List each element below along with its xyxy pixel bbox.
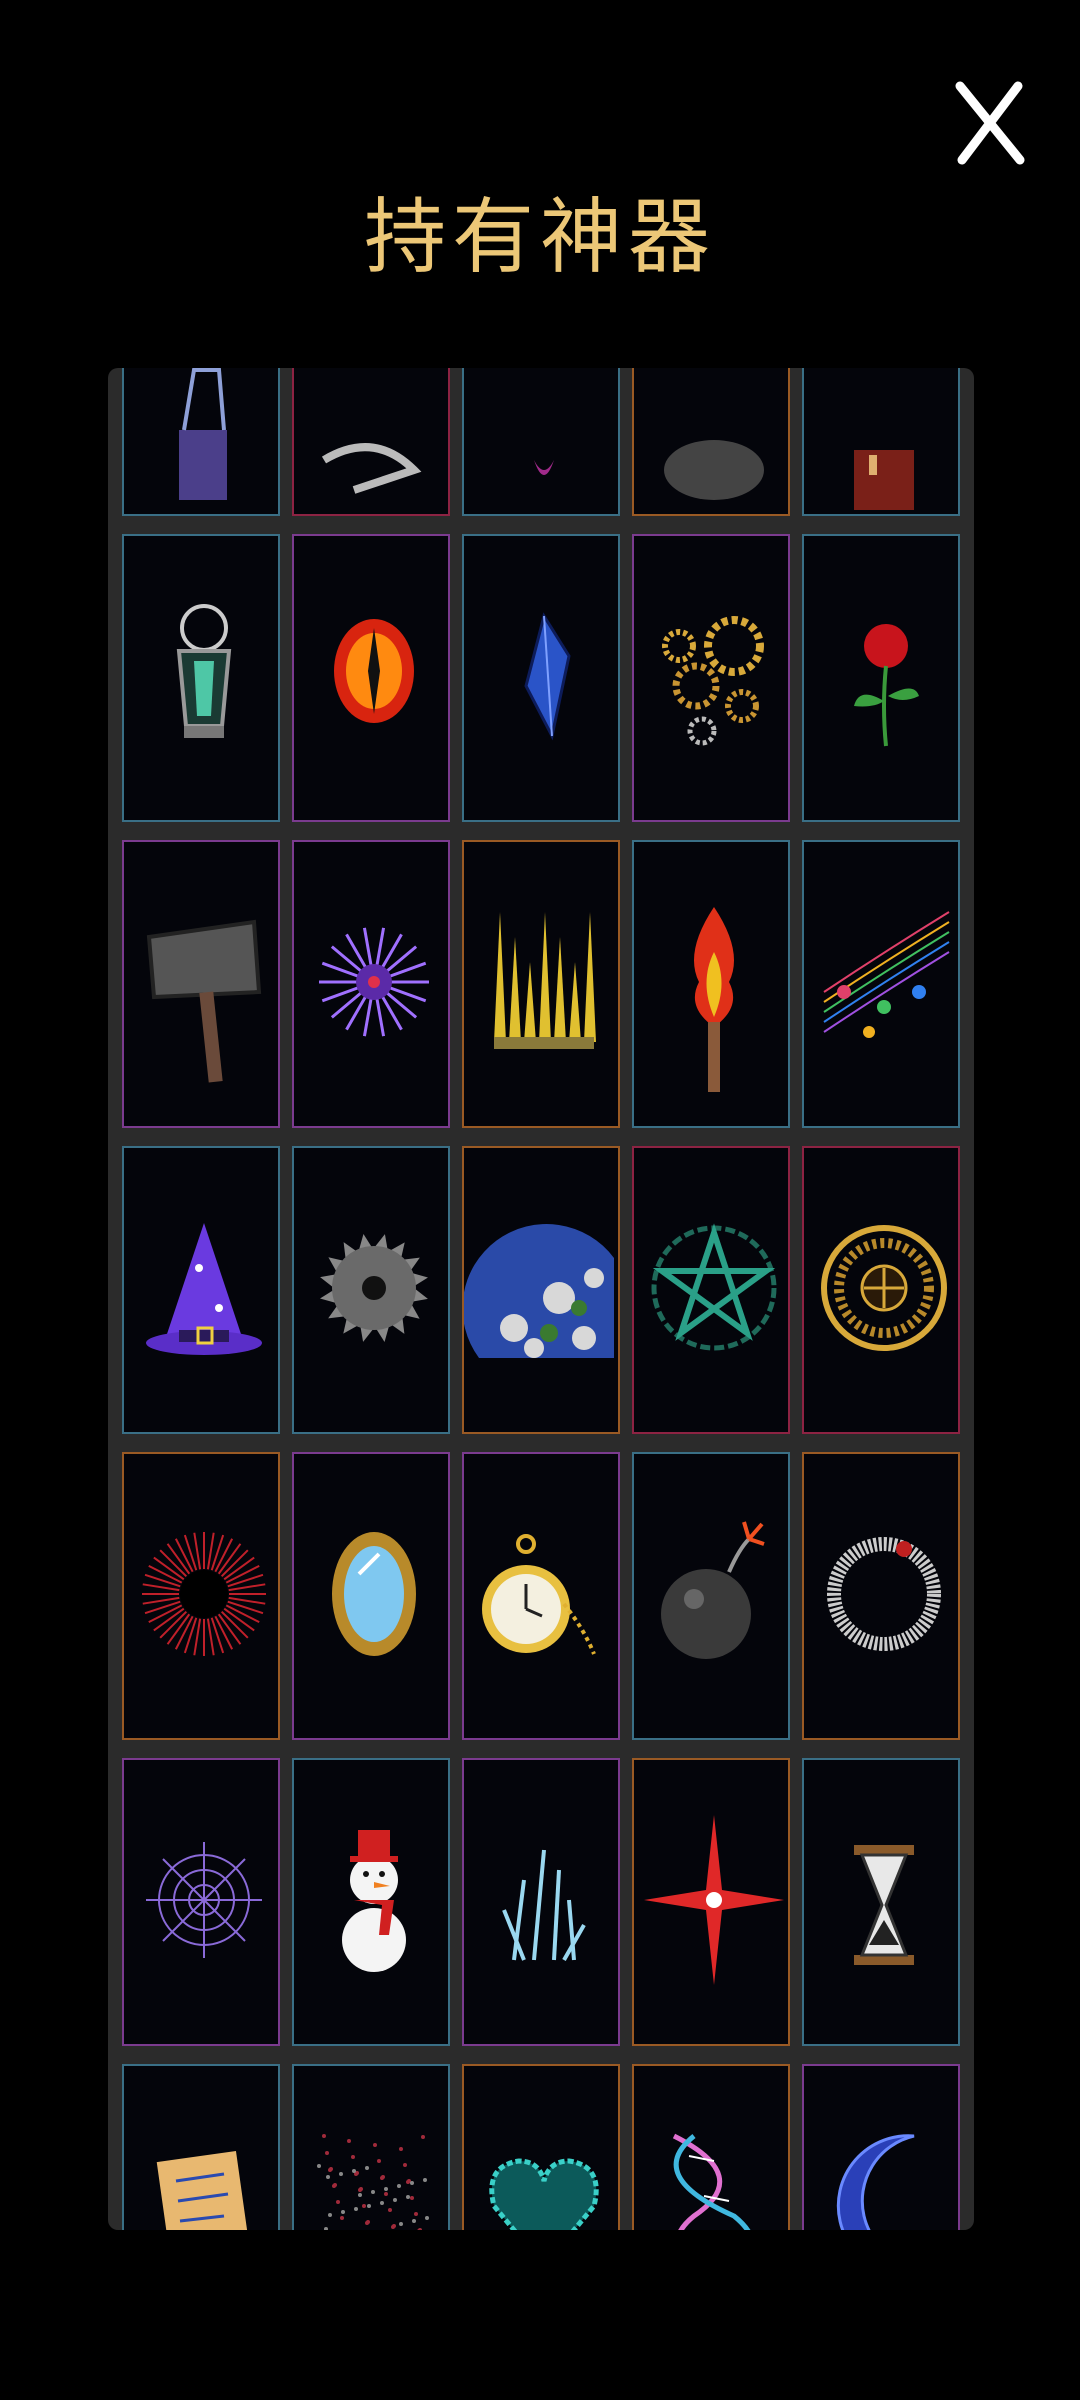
artifact-card[interactable] [292, 2064, 450, 2230]
artifact-card[interactable] [122, 534, 280, 822]
rose-icon [854, 624, 919, 747]
gold-mirror-icon [332, 1532, 416, 1656]
ouroboros-icon [827, 1537, 941, 1651]
artifact-card[interactable] [122, 368, 280, 516]
planet-earth-icon [464, 1224, 614, 1358]
artifact-card[interactable] [462, 1146, 620, 1434]
crescent-moon-icon [836, 2134, 915, 2230]
artifact-card[interactable] [632, 840, 790, 1128]
cyan-heart-icon [489, 2158, 599, 2230]
artifact-card[interactable] [802, 1452, 960, 1740]
artifact-card[interactable] [802, 1146, 960, 1434]
artifact-card[interactable] [122, 2064, 280, 2230]
artifact-card[interactable] [632, 368, 790, 516]
artifact-card[interactable] [122, 1146, 280, 1434]
saw-blade-icon [320, 1234, 428, 1342]
bone-claw-icon [321, 443, 422, 494]
pentagram-icon [651, 1223, 777, 1351]
torch-icon [694, 907, 734, 1092]
lantern-icon [176, 604, 232, 738]
artifact-card[interactable] [632, 1146, 790, 1434]
music-notes-icon [823, 911, 950, 1038]
purple-spiky-orb-icon [319, 927, 429, 1037]
golden-clock-dial-icon [821, 1225, 947, 1351]
snowman-icon [342, 1830, 406, 1972]
artifact-card[interactable] [462, 534, 620, 822]
stone-rubble-icon [664, 440, 764, 500]
artifact-card[interactable] [802, 840, 960, 1128]
artifact-grid-panel[interactable] [108, 368, 974, 2230]
artifact-card[interactable] [462, 2064, 620, 2230]
wizard-hat-icon [146, 1223, 262, 1355]
artifact-card[interactable] [462, 368, 620, 516]
artifact-card[interactable] [292, 1758, 450, 2046]
artifact-card[interactable] [802, 2064, 960, 2230]
harp-icon [179, 368, 227, 500]
black-hole-icon [142, 1532, 266, 1656]
purple-flame-icon [534, 460, 554, 475]
artifact-card[interactable] [632, 1758, 790, 2046]
red-star-icon [644, 1815, 784, 1985]
page-title: 持有神器 [363, 190, 716, 285]
artifact-card[interactable] [292, 840, 450, 1128]
bomb-icon [661, 1521, 765, 1659]
close-button[interactable] [950, 78, 1030, 168]
golden-spikes-icon [494, 912, 596, 1049]
dna-helix-icon [672, 2133, 751, 2230]
artifact-card[interactable] [462, 840, 620, 1128]
artifact-card[interactable] [632, 534, 790, 822]
artifact-card[interactable] [292, 534, 450, 822]
pocket-watch-icon [482, 1534, 596, 1655]
artifact-card[interactable] [122, 1452, 280, 1740]
gears-icon [662, 616, 764, 746]
artifact-card[interactable] [632, 2064, 790, 2230]
artifact-card[interactable] [802, 534, 960, 822]
artifact-card[interactable] [802, 1758, 960, 2046]
close-x-icon [955, 81, 1025, 165]
artifact-card[interactable] [632, 1452, 790, 1740]
spider-web-icon [146, 1842, 262, 1958]
hourglass-icon [854, 1845, 914, 1965]
artifact-card[interactable] [292, 1452, 450, 1740]
artifact-card[interactable] [292, 368, 450, 516]
ice-crystals-icon [502, 1849, 586, 1961]
red-cloth-icon [854, 450, 914, 510]
artifact-card[interactable] [122, 1758, 280, 2046]
artifact-card[interactable] [462, 1758, 620, 2046]
war-hammer-icon [146, 919, 262, 1083]
blue-crystal-icon [524, 612, 571, 741]
artifact-card[interactable] [122, 840, 280, 1128]
fiery-eye-icon [334, 619, 414, 723]
artifact-card[interactable] [292, 1146, 450, 1434]
artifact-card[interactable] [462, 1452, 620, 1740]
artifact-card[interactable] [802, 368, 960, 516]
red-dust-icon [317, 2134, 429, 2230]
scroll-icon [156, 2150, 252, 2230]
